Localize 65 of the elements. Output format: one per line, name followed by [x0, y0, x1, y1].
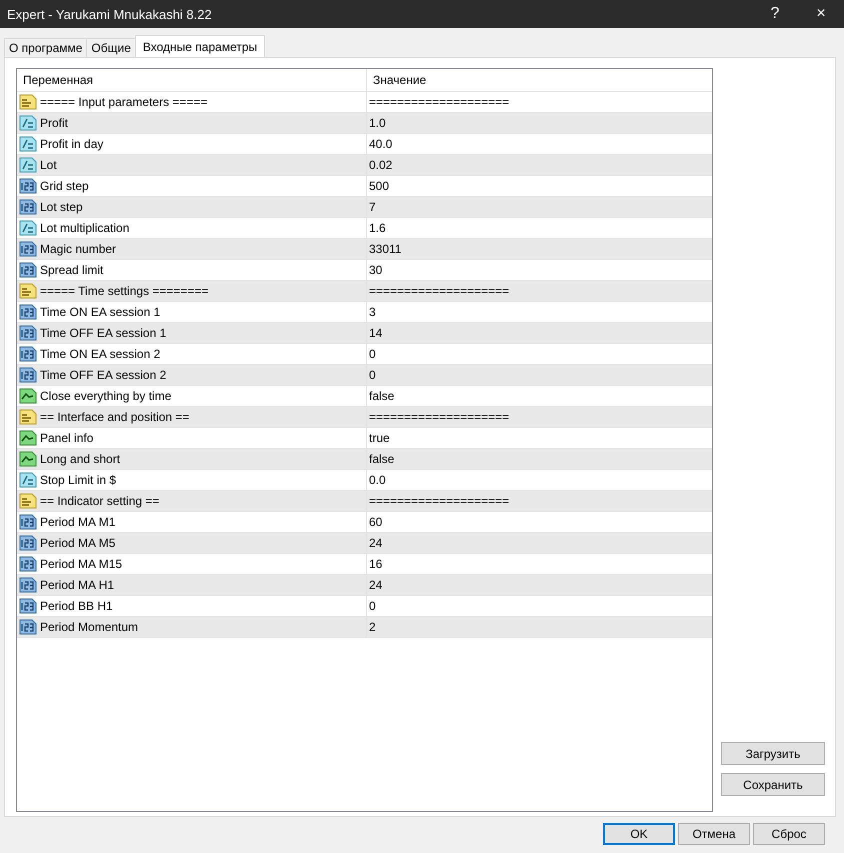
parameter-name: Long and short — [40, 452, 120, 466]
parameter-value[interactable]: 30 — [369, 263, 382, 277]
reset-button[interactable]: Сброс — [753, 823, 825, 845]
parameter-value[interactable]: false — [369, 452, 394, 466]
parameter-name: Profit in day — [40, 137, 104, 151]
parameter-value[interactable]: 0.02 — [369, 158, 392, 172]
parameter-value[interactable]: 33011 — [369, 242, 402, 256]
parameter-value[interactable]: 0 — [369, 347, 376, 361]
save-button[interactable]: Сохранить — [721, 773, 825, 796]
load-button[interactable]: Загрузить — [721, 742, 825, 765]
parameter-value[interactable]: 1.6 — [369, 221, 386, 235]
parameter-value[interactable]: 24 — [369, 536, 382, 550]
parameter-value[interactable]: 40.0 — [369, 137, 392, 151]
parameter-name: Grid step — [40, 179, 89, 193]
parameter-value[interactable]: 7 — [369, 200, 376, 214]
parameter-value[interactable]: false — [369, 389, 394, 403]
parameter-name: Period Momentum — [40, 620, 138, 634]
parameter-name: Profit — [40, 116, 68, 130]
column-header[interactable]: Переменная — [17, 69, 367, 91]
parameter-name: Time OFF EA session 1 — [40, 326, 166, 340]
parameter-name: Close everything by time — [40, 389, 172, 403]
parameter-name: Period MA M5 — [40, 536, 116, 550]
parameter-value[interactable]: 14 — [369, 326, 382, 340]
parameter-name: Period MA M15 — [40, 557, 122, 571]
parameter-value[interactable]: 3 — [369, 305, 376, 319]
parameter-value[interactable]: 60 — [369, 515, 382, 529]
parameter-value[interactable]: ==================== — [369, 410, 510, 424]
parameter-value[interactable]: 500 — [369, 179, 390, 193]
window-title: Expert - Yarukami Mnukakashi 8.22 — [7, 6, 213, 22]
parameter-name: Stop Limit in $ — [40, 473, 116, 487]
parameter-name: Lot step — [40, 200, 83, 214]
column-header[interactable]: Значение — [367, 69, 712, 91]
parameter-name: Spread limit — [40, 263, 104, 277]
parameter-value[interactable]: 0 — [369, 368, 376, 382]
parameter-value[interactable]: 16 — [369, 557, 382, 571]
parameter-value[interactable]: 1.0 — [369, 116, 386, 130]
tab[interactable]: Входные параметры — [134, 35, 266, 57]
tab[interactable]: Общие — [86, 38, 136, 57]
parameter-value[interactable]: 0 — [369, 599, 376, 613]
parameter-name: Period MA H1 — [40, 578, 114, 592]
parameter-name: == Interface and position == — [40, 410, 190, 424]
parameter-name: Lot multiplication — [40, 221, 130, 235]
cancel-button[interactable]: Отмена — [678, 823, 750, 845]
parameter-name: Panel info — [40, 431, 94, 445]
parameter-name: Time ON EA session 1 — [40, 305, 160, 319]
parameter-name: ===== Time settings ======== — [40, 284, 208, 298]
parameter-name: Time OFF EA session 2 — [40, 368, 166, 382]
ok-button[interactable]: OK — [603, 823, 675, 845]
parameter-value[interactable]: true — [369, 431, 390, 445]
parameter-value[interactable]: 2 — [369, 620, 376, 634]
parameter-name: Time ON EA session 2 — [40, 347, 160, 361]
close-button[interactable]: × — [798, 0, 844, 28]
parameter-name: == Indicator setting == — [40, 494, 160, 508]
parameter-value[interactable]: ==================== — [369, 494, 510, 508]
parameter-value[interactable]: 24 — [369, 578, 382, 592]
parameter-value[interactable]: ==================== — [369, 284, 510, 298]
parameter-name: Magic number — [40, 242, 116, 256]
parameter-name: ===== Input parameters ===== — [40, 95, 208, 109]
parameter-name: Period BB H1 — [40, 599, 113, 613]
tab[interactable]: О программе — [4, 38, 88, 57]
parameter-name: Period MA M1 — [40, 515, 116, 529]
parameter-value[interactable]: ==================== — [369, 95, 510, 109]
parameter-name: Lot — [40, 158, 57, 172]
help-button[interactable]: ? — [752, 0, 798, 28]
parameter-value[interactable]: 0.0 — [369, 473, 386, 487]
